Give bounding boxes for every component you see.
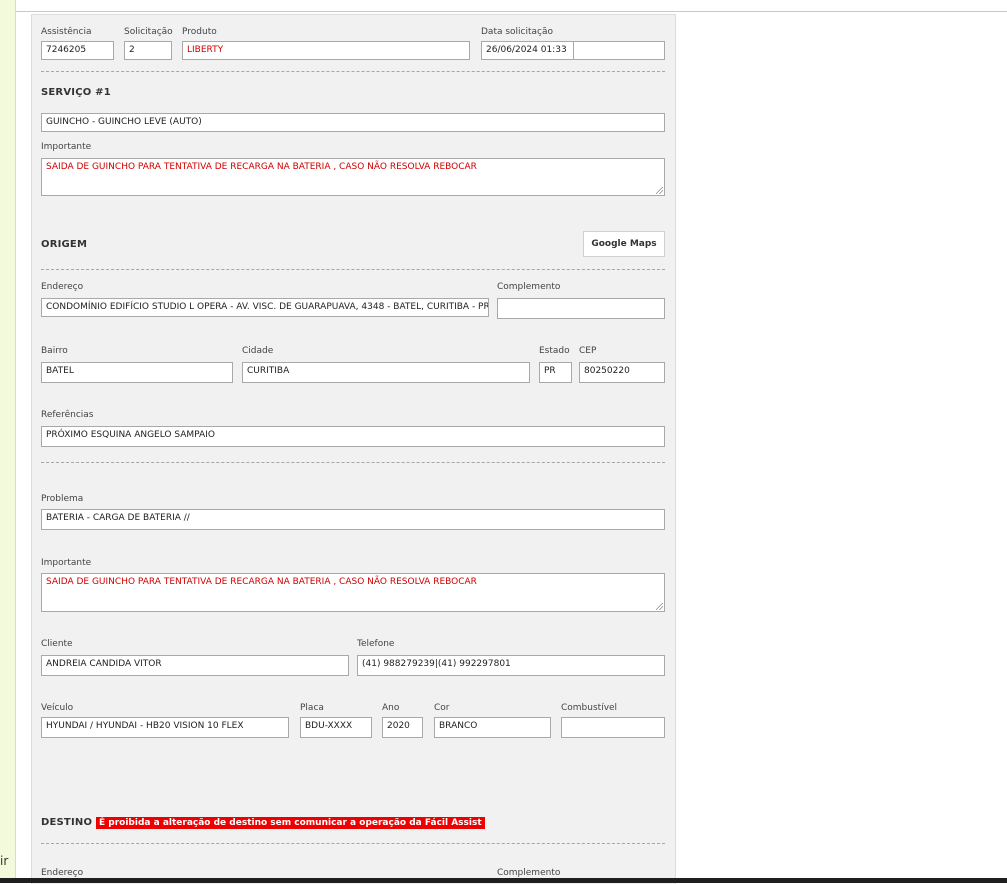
top-bar: [15, 0, 1007, 12]
bottom-bar: [0, 878, 1007, 883]
combustivel-label: Combustível: [561, 703, 618, 713]
placa-label: Placa: [300, 703, 324, 713]
bairro-field[interactable]: BATEL: [41, 362, 233, 383]
divider: [41, 269, 665, 270]
produto-label: Produto: [182, 27, 217, 37]
estado-field[interactable]: PR: [539, 362, 572, 383]
referencias-field[interactable]: PRÓXIMO ESQUINA ANGELO SAMPAIO: [41, 426, 665, 447]
servico-title: SERVIÇO #1: [41, 87, 111, 98]
google-maps-button[interactable]: Google Maps: [583, 231, 665, 257]
telefone-field[interactable]: (41) 988279239|(41) 992297801: [357, 655, 665, 676]
servico-tipo-field[interactable]: GUINCHO - GUINCHO LEVE (AUTO): [41, 113, 665, 132]
sidebar-cut-text[interactable]: ir: [0, 854, 8, 868]
servico-importante-label: Importante: [41, 142, 92, 152]
problema-label: Problema: [41, 494, 84, 504]
produto-field[interactable]: LIBERTY: [182, 41, 470, 60]
cep-label: CEP: [579, 346, 597, 356]
servico-importante-textarea[interactable]: SAIDA DE GUINCHO PARA TENTATIVA DE RECAR…: [41, 158, 665, 196]
destino-complemento-label: Complemento: [497, 868, 561, 878]
cidade-field[interactable]: CURITIBA: [242, 362, 530, 383]
solicitacao-field[interactable]: 2: [124, 41, 172, 60]
origem-complemento-field[interactable]: [497, 298, 665, 319]
divider: [41, 462, 665, 463]
divider: [41, 71, 665, 72]
data-solicitacao-label: Data solicitação: [481, 27, 554, 37]
assistencia-field[interactable]: 7246205: [41, 41, 114, 60]
problema-importante-textarea[interactable]: SAIDA DE GUINCHO PARA TENTATIVA DE RECAR…: [41, 573, 665, 612]
origem-complemento-label: Complemento: [497, 282, 561, 292]
resize-grip-icon[interactable]: [656, 603, 663, 610]
servico-importante-text: SAIDA DE GUINCHO PARA TENTATIVA DE RECAR…: [46, 162, 477, 172]
telefone-label: Telefone: [357, 639, 395, 649]
problema-importante-text: SAIDA DE GUINCHO PARA TENTATIVA DE RECAR…: [46, 577, 477, 587]
combustivel-field[interactable]: [561, 717, 665, 738]
veiculo-field[interactable]: HYUNDAI / HYUNDAI - HB20 VISION 10 FLEX: [41, 717, 289, 738]
ano-label: Ano: [382, 703, 400, 713]
assistencia-label: Assistência: [41, 27, 92, 37]
destino-warning-badge: É proibida a alteração de destino sem co…: [96, 817, 485, 829]
referencias-label: Referências: [41, 410, 94, 420]
cep-field[interactable]: 80250220: [579, 362, 665, 383]
destino-title: DESTINO: [41, 817, 93, 828]
left-sidebar-strip: ir: [0, 0, 16, 878]
problema-importante-label: Importante: [41, 558, 92, 568]
estado-label: Estado: [539, 346, 570, 356]
destino-endereco-label: Endereço: [41, 868, 84, 878]
solicitacao-label: Solicitação: [124, 27, 173, 37]
resize-grip-icon[interactable]: [656, 187, 663, 194]
cliente-field[interactable]: ANDREIA CANDIDA VITOR: [41, 655, 349, 676]
bairro-label: Bairro: [41, 346, 68, 356]
origem-endereco-label: Endereço: [41, 282, 84, 292]
ano-field[interactable]: 2020: [382, 717, 423, 738]
cor-label: Cor: [434, 703, 450, 713]
data-solicitacao-extra-field[interactable]: [573, 41, 665, 60]
service-form-panel: Assistência 7246205 Solicitação 2 Produt…: [31, 14, 676, 884]
cliente-label: Cliente: [41, 639, 73, 649]
divider: [41, 843, 665, 844]
problema-field[interactable]: BATERIA - CARGA DE BATERIA //: [41, 509, 665, 530]
data-solicitacao-field[interactable]: 26/06/2024 01:33: [481, 41, 574, 60]
placa-field[interactable]: BDU-XXXX: [300, 717, 372, 738]
veiculo-label: Veículo: [41, 703, 74, 713]
origem-endereco-field[interactable]: CONDOMÍNIO EDIFÍCIO STUDIO L OPERA - AV.…: [41, 298, 489, 317]
cidade-label: Cidade: [242, 346, 274, 356]
origem-title: ORIGEM: [41, 239, 88, 250]
cor-field[interactable]: BRANCO: [434, 717, 551, 738]
